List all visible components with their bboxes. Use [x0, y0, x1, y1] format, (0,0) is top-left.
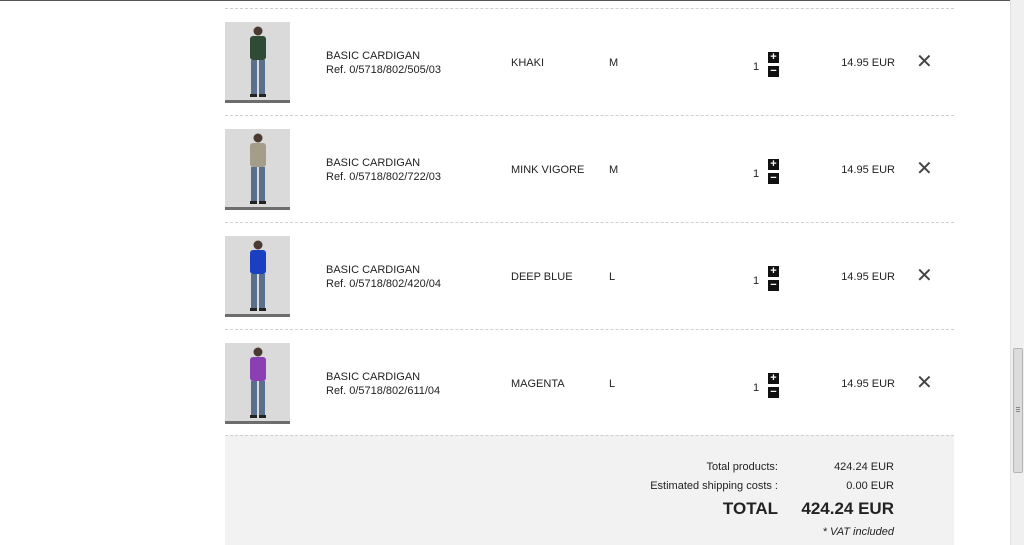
- total-products-label: Total products:: [706, 461, 778, 473]
- product-ref: Ref. 0/5718/802/420/04: [326, 277, 441, 290]
- quantity-value: 1: [753, 61, 760, 73]
- quantity-value: 1: [753, 168, 760, 180]
- product-size: M: [609, 164, 619, 176]
- quantity-plus-button[interactable]: +: [768, 159, 779, 170]
- model-figure: [250, 133, 266, 204]
- product-name[interactable]: BASIC CARDIGAN: [326, 264, 441, 278]
- cart-row: BASIC CARDIGAN Ref. 0/5718/802/420/04 DEE…: [225, 222, 954, 329]
- product-name-block: BASIC CARDIGAN Ref. 0/5718/802/505/03: [326, 50, 441, 77]
- quantity-minus-button[interactable]: −: [768, 280, 779, 291]
- product-color: MAGENTA: [511, 378, 565, 390]
- quantity-minus-button[interactable]: −: [768, 387, 779, 398]
- close-icon[interactable]: ✕: [916, 51, 933, 73]
- product-image[interactable]: [225, 343, 290, 424]
- quantity-value: 1: [753, 275, 760, 287]
- product-name-block: BASIC CARDIGAN Ref. 0/5718/802/420/04: [326, 264, 441, 291]
- grip-line: [1016, 409, 1020, 410]
- remove-item-button[interactable]: ✕: [916, 373, 933, 393]
- product-color: DEEP BLUE: [511, 271, 573, 283]
- close-icon[interactable]: ✕: [916, 372, 933, 394]
- model-figure: [250, 240, 266, 311]
- product-color: MINK VIGORE: [511, 164, 585, 176]
- product-color: KHAKI: [511, 57, 545, 69]
- product-image[interactable]: [225, 236, 290, 317]
- remove-item-button[interactable]: ✕: [916, 159, 933, 179]
- close-icon[interactable]: ✕: [916, 265, 933, 287]
- cart-row: BASIC CARDIGAN Ref. 0/5718/802/505/03 KHA…: [225, 8, 954, 115]
- quantity-plus-button[interactable]: +: [768, 266, 779, 277]
- quantity-plus-button[interactable]: +: [768, 373, 779, 384]
- scrollbar-thumb[interactable]: [1013, 348, 1023, 473]
- quantity-minus-button[interactable]: −: [768, 173, 779, 184]
- cardigan-swatch: [250, 250, 266, 274]
- product-price: 14.95 EUR: [841, 164, 895, 176]
- product-size: L: [609, 271, 616, 283]
- quantity-minus-button[interactable]: −: [768, 66, 779, 77]
- product-ref: Ref. 0/5718/802/611/04: [326, 384, 441, 397]
- order-summary: Total products: 424.24 EUR Estimated shi…: [225, 435, 954, 545]
- vat-note: * VAT included: [822, 526, 894, 538]
- product-name-block: BASIC CARDIGAN Ref. 0/5718/802/611/04: [326, 371, 440, 398]
- product-ref: Ref. 0/5718/802/505/03: [326, 63, 441, 76]
- product-size: M: [609, 57, 619, 69]
- cart-item-list: BASIC CARDIGAN Ref. 0/5718/802/505/03 KHA…: [225, 8, 954, 436]
- grip-line: [1016, 411, 1020, 412]
- product-price: 14.95 EUR: [841, 378, 895, 390]
- model-figure: [250, 26, 266, 97]
- product-size: L: [609, 378, 616, 390]
- page-top-border: [0, 0, 1010, 1]
- product-image[interactable]: [225, 22, 290, 103]
- quantity-plus-button[interactable]: +: [768, 52, 779, 63]
- product-name[interactable]: BASIC CARDIGAN: [326, 50, 441, 64]
- remove-item-button[interactable]: ✕: [916, 266, 933, 286]
- model-figure: [250, 347, 266, 418]
- remove-item-button[interactable]: ✕: [916, 52, 933, 72]
- vertical-scrollbar[interactable]: [1010, 0, 1024, 545]
- product-price: 14.95 EUR: [841, 271, 895, 283]
- product-ref: Ref. 0/5718/802/722/03: [326, 170, 441, 183]
- cart-row: BASIC CARDIGAN Ref. 0/5718/802/722/03 MIN…: [225, 115, 954, 222]
- close-icon[interactable]: ✕: [916, 158, 933, 180]
- total-value: 424.24 EUR: [801, 499, 894, 518]
- grip-line: [1016, 407, 1020, 408]
- product-name[interactable]: BASIC CARDIGAN: [326, 157, 441, 171]
- cardigan-swatch: [250, 357, 266, 381]
- total-products-value: 424.24 EUR: [834, 461, 894, 473]
- product-name[interactable]: BASIC CARDIGAN: [326, 371, 440, 385]
- product-name-block: BASIC CARDIGAN Ref. 0/5718/802/722/03: [326, 157, 441, 184]
- cardigan-swatch: [250, 36, 266, 60]
- quantity-value: 1: [753, 382, 760, 394]
- cart-row: BASIC CARDIGAN Ref. 0/5718/802/611/04 MAG…: [225, 329, 954, 436]
- product-price: 14.95 EUR: [841, 57, 895, 69]
- shipping-costs-label: Estimated shipping costs :: [650, 480, 778, 492]
- product-image[interactable]: [225, 129, 290, 210]
- shipping-costs-value: 0.00 EUR: [846, 480, 894, 492]
- total-label: TOTAL: [722, 499, 778, 518]
- cardigan-swatch: [250, 143, 266, 167]
